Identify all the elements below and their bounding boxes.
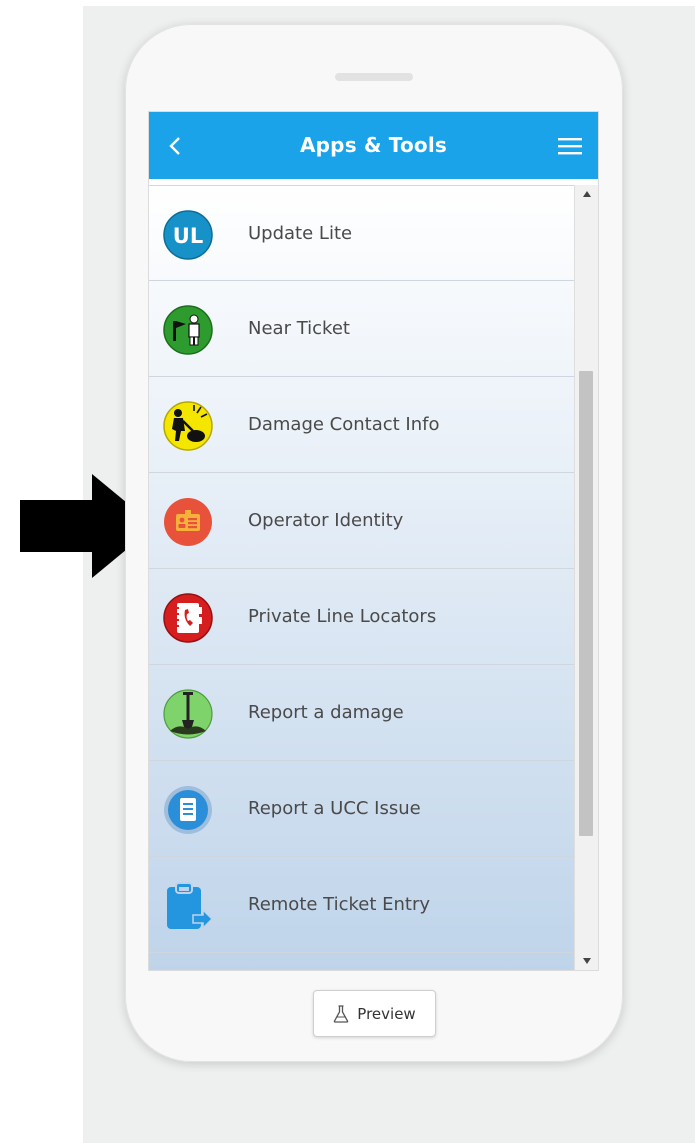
list-item-damage-contact-info[interactable]: Damage Contact Info bbox=[149, 377, 574, 473]
list-item-label: Update Lite bbox=[248, 223, 353, 244]
hamburger-menu-icon bbox=[558, 138, 582, 155]
scrollbar-thumb[interactable] bbox=[579, 371, 593, 836]
clipboard-export-icon bbox=[167, 882, 213, 930]
list-item-label: Private Line Locators bbox=[248, 606, 437, 627]
update-lite-icon: UL bbox=[163, 210, 213, 260]
list-scrollbar[interactable] bbox=[574, 185, 598, 970]
list-item-report-a-damage[interactable]: Report a damage bbox=[149, 665, 574, 761]
app-screen: Apps & Tools UL Update Lite Near Ticket … bbox=[148, 111, 599, 971]
phone-book-icon bbox=[163, 593, 213, 643]
list-item-label: Near Ticket bbox=[248, 318, 350, 339]
list-item-label: Report a damage bbox=[248, 702, 404, 723]
triangle-up-icon bbox=[582, 191, 591, 197]
list-item-near-ticket[interactable]: Near Ticket bbox=[149, 281, 574, 377]
operator-identity-icon bbox=[164, 498, 212, 546]
flask-icon bbox=[334, 1004, 349, 1023]
shovel-icon bbox=[163, 689, 213, 739]
list-item-remote-ticket-entry[interactable]: Remote Ticket Entry bbox=[149, 857, 574, 953]
menu-button[interactable] bbox=[556, 132, 584, 160]
list-item-update-lite[interactable]: UL Update Lite bbox=[149, 185, 574, 281]
apps-list: UL Update Lite Near Ticket Damage Contac… bbox=[149, 185, 574, 970]
list-item-label: Remote Ticket Entry bbox=[248, 894, 431, 915]
page-title: Apps & Tools bbox=[299, 133, 447, 157]
triangle-down-icon bbox=[582, 958, 591, 964]
damage-contact-icon bbox=[163, 401, 213, 451]
document-icon bbox=[164, 786, 212, 834]
list-item-label: Operator Identity bbox=[248, 510, 404, 531]
list-item-private-line-locators[interactable]: Private Line Locators bbox=[149, 569, 574, 665]
list-item-report-a-ucc-issue[interactable]: Report a UCC Issue bbox=[149, 761, 574, 857]
chevron-left-icon bbox=[169, 137, 180, 155]
list-item-label: Report a UCC Issue bbox=[248, 798, 421, 819]
list-item-operator-identity[interactable]: Operator Identity bbox=[149, 473, 574, 569]
near-ticket-icon bbox=[163, 305, 213, 355]
back-button[interactable] bbox=[161, 130, 189, 162]
scroll-up-button[interactable] bbox=[575, 185, 598, 203]
phone-speaker bbox=[335, 73, 413, 81]
scroll-down-button[interactable] bbox=[575, 952, 598, 970]
list-item-label: Damage Contact Info bbox=[248, 414, 440, 435]
preview-button[interactable]: Preview bbox=[313, 990, 436, 1037]
preview-button-label: Preview bbox=[357, 1004, 416, 1023]
app-header: Apps & Tools bbox=[149, 112, 598, 179]
update-lite-badge-text: UL bbox=[173, 224, 203, 248]
phone-frame: Apps & Tools UL Update Lite Near Ticket … bbox=[125, 24, 623, 1062]
